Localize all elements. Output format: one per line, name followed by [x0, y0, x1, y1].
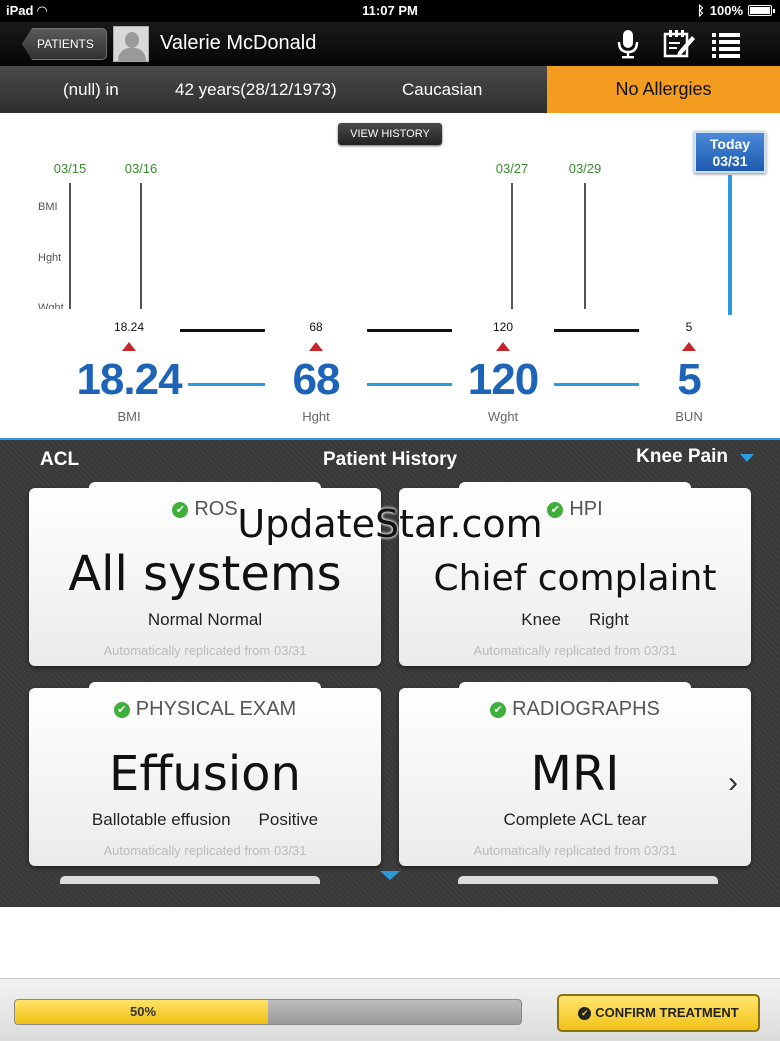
card-details: Ballotable effusion Positive: [29, 810, 381, 830]
metric-caption: Hght: [302, 409, 330, 424]
card-main-value: Effusion: [109, 746, 301, 802]
metric-small-value: 18.24: [113, 320, 145, 334]
row-label: Wght: [38, 302, 64, 309]
timeline-date[interactable]: 03/16: [116, 161, 166, 176]
patient-avatar: [113, 26, 149, 62]
row-label: BMI: [38, 201, 58, 213]
patient-info-bar: (null) in 42 years(28/12/1973) Caucasian…: [0, 66, 780, 113]
timeline-marker: [511, 183, 513, 309]
trend-up-icon: [122, 342, 136, 351]
patient-ethnicity: Caucasian: [402, 80, 483, 99]
card-details: Normal Normal: [29, 610, 381, 630]
timeline-date[interactable]: 03/29: [560, 161, 610, 176]
card-detail: Positive: [258, 810, 319, 829]
battery-percent: 100%: [709, 3, 743, 18]
connector-bar: [180, 329, 265, 332]
today-flag[interactable]: Today 03/31: [694, 131, 766, 173]
progress-bar: 50%: [14, 999, 522, 1025]
patients-back-button[interactable]: PATIENTS: [22, 28, 107, 60]
chevron-right-icon[interactable]: ›: [728, 766, 738, 800]
today-date: 03/31: [712, 153, 748, 169]
check-icon: ✔: [113, 702, 130, 718]
metric-caption: Wght: [487, 409, 519, 424]
metric-value[interactable]: 120: [433, 355, 573, 405]
metric-value[interactable]: 5: [619, 355, 759, 405]
card-detail: Normal Normal: [147, 610, 263, 629]
card-details: Knee Right: [399, 610, 751, 630]
confirm-treatment-button[interactable]: ✔ CONFIRM TREATMENT: [557, 994, 760, 1032]
status-bar: iPad ◠ 11:07 PM ᛒ 100%: [0, 0, 780, 22]
check-circle-icon: ✔: [578, 1007, 592, 1020]
clock: 11:07 PM: [362, 3, 418, 18]
trend-up-icon: [682, 342, 696, 351]
battery-icon: [748, 5, 775, 16]
vitals-timeline: VIEW HISTORY 03/15 03/16 03/27 03/29 BMI…: [0, 113, 780, 442]
progress-text: 50%: [129, 1004, 157, 1019]
timeline-marker: [140, 183, 142, 309]
metric-small-value: 5: [685, 320, 693, 334]
connector-line: [554, 383, 639, 386]
metric-value[interactable]: 18.24: [59, 355, 199, 405]
confirm-label: CONFIRM TREATMENT: [595, 1005, 739, 1020]
card-footnote: Automatically replicated from 03/31: [103, 843, 307, 858]
next-card-stub: [458, 876, 718, 884]
chevron-down-icon[interactable]: [740, 454, 754, 462]
metric-value[interactable]: 68: [246, 355, 386, 405]
status-right: ᛒ 100%: [696, 3, 775, 18]
check-icon: ✔: [490, 702, 507, 718]
list-icon[interactable]: [710, 28, 742, 60]
trend-up-icon: [309, 342, 323, 351]
microphone-icon[interactable]: [612, 28, 644, 60]
history-diagnosis: ACL: [40, 449, 80, 470]
patient-name: Valerie McDonald: [160, 32, 317, 54]
row-label: Hght: [38, 252, 62, 264]
card-main-value: All systems: [68, 546, 342, 602]
metric-caption: BMI: [117, 409, 141, 424]
card-main-value: MRI: [530, 746, 620, 802]
card-heading: RADIOGRAPHS: [512, 698, 660, 720]
card-detail: Complete ACL tear: [503, 810, 647, 829]
patient-age: 42 years(28/12/1973): [175, 80, 337, 99]
card-detail: Right: [589, 610, 629, 629]
next-card-stub: [60, 876, 320, 884]
app-header: PATIENTS Valerie McDonald: [0, 22, 780, 66]
card-footnote: Automatically replicated from 03/31: [473, 643, 677, 658]
card-detail: Knee: [521, 610, 561, 629]
connector-bar: [554, 329, 639, 332]
patient-height: (null) in: [63, 80, 119, 99]
radiographs-card[interactable]: ✔ RADIOGRAPHS MRI Complete ACL tear Autom…: [399, 682, 751, 866]
timeline-marker: [584, 183, 586, 309]
card-footnote: Automatically replicated from 03/31: [103, 643, 307, 658]
watermark-text: UpdateStar.com: [237, 502, 543, 546]
scroll-down-icon[interactable]: [380, 871, 400, 880]
timeline-date[interactable]: 03/15: [45, 161, 95, 176]
card-detail: Ballotable effusion: [91, 810, 231, 829]
metric-caption: BUN: [675, 409, 703, 424]
view-history-button[interactable]: VIEW HISTORY: [338, 123, 442, 145]
complaint-selector[interactable]: Knee Pain: [636, 446, 728, 468]
metric-small-value: 68: [309, 320, 323, 334]
card-footnote: Automatically replicated from 03/31: [473, 843, 677, 858]
footer-bar: 50% ✔ CONFIRM TREATMENT: [0, 978, 780, 1041]
timeline-marker: [69, 183, 71, 309]
today-marker-line: [728, 175, 732, 315]
edit-note-icon[interactable]: [662, 28, 695, 60]
allergies-badge[interactable]: No Allergies: [547, 66, 780, 113]
card-details: Complete ACL tear: [399, 810, 751, 830]
physical-exam-card[interactable]: ✔ PHYSICAL EXAM Effusion Ballotable effus…: [29, 682, 381, 866]
metric-small-value: 120: [492, 320, 514, 334]
trend-up-icon: [496, 342, 510, 351]
timeline-date[interactable]: 03/27: [487, 161, 537, 176]
today-label: Today: [709, 136, 751, 152]
connector-line: [188, 383, 265, 386]
bluetooth-icon: ᛒ: [696, 3, 705, 18]
connector-line: [367, 383, 452, 386]
card-heading: PHYSICAL EXAM: [135, 698, 297, 720]
card-main-value: Chief complaint: [433, 558, 717, 599]
connector-bar: [367, 329, 452, 332]
